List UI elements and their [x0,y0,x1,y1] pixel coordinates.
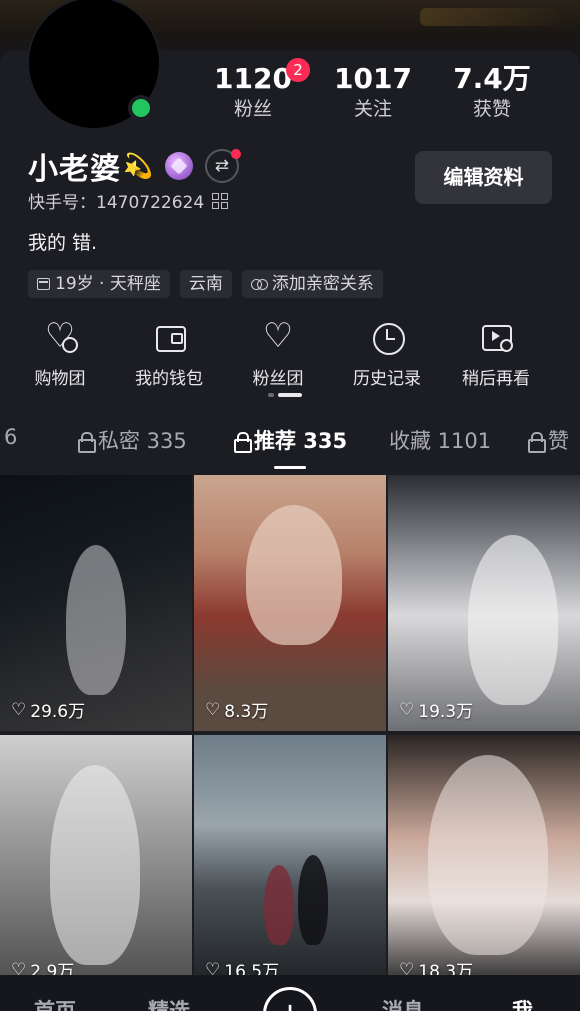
edit-profile-button[interactable]: 编辑资料 [415,151,552,204]
bottom-nav: 首页 精选 + 消息 我 [0,975,580,1011]
stat-following-label: 关注 [353,98,392,120]
name-row: 小老婆 💫 ⇄ [28,146,241,187]
tag-age-zodiac[interactable]: 19岁 · 天秤座 [28,270,170,298]
video-thumbnail[interactable]: ♡ 29.6万 [0,475,192,731]
followers-badge: 2 [286,58,310,82]
video-likes: ♡ 19.3万 [399,697,474,723]
switch-reddot [230,149,241,159]
name-emoji: 💫 [123,152,153,180]
nav-me[interactable]: 我 [512,995,533,1011]
stat-likes-value: 7.4万 [453,62,531,95]
quick-fan-group[interactable]: 粉丝团 [223,316,333,389]
nav-messages[interactable]: 消息 [382,995,424,1011]
kuaishou-id-row[interactable]: 快手号：1470722624 [28,188,229,213]
stat-likes[interactable]: 7.4万 获赞 [432,62,552,122]
tag-location[interactable]: 云南 [179,270,232,298]
tab-recommend-label: 推荐 335 [254,429,348,453]
link-icon [250,278,268,290]
stat-likes-label: 获赞 [472,98,511,120]
profile-tags: 19岁 · 天秤座 云南 添加亲密关系 [28,270,383,298]
video-likes: ♡ 8.3万 [205,697,269,723]
video-thumbnail[interactable]: ♡ 8.3万 [194,475,386,731]
page-indicator-active [278,393,302,397]
video-likes-count: 8.3万 [224,702,269,722]
quick-wallet-label: 我的钱包 [135,369,203,389]
video-likes-count: 29.6万 [30,702,86,722]
heart-outline-icon: ♡ [205,699,221,720]
stat-followers-label: 粉丝 [233,98,272,120]
video-thumbnail[interactable]: ♡ 19.3万 [388,475,580,731]
quick-watch-later-label: 稍后再看 [462,369,530,389]
tab-works[interactable]: 6 [4,425,17,449]
qr-code-icon[interactable] [212,192,229,209]
video-likes-count: 19.3万 [418,702,474,722]
create-button[interactable]: + [263,987,317,1011]
tab-likes[interactable]: 赞 [528,425,569,455]
swap-arrows-icon: ⇄ [214,156,230,176]
online-status-dot [128,95,154,121]
tag-add-relationship-label: 添加亲密关系 [271,274,374,294]
tag-add-relationship[interactable]: 添加亲密关系 [241,270,383,298]
plus-icon: + [277,995,304,1011]
profile-bio: 我的 错. [28,232,98,254]
lock-icon [78,431,96,453]
nav-home[interactable]: 首页 [34,995,76,1011]
tab-works-label: 6 [4,425,18,449]
video-thumbnail[interactable]: ♡ 18.3万 [388,735,580,991]
video-grid: ♡ 29.6万 ♡ 8.3万 ♡ 19.3万 ♡ 2.9万 ♡ 16.5万 ♡ 18.3万 [0,475,580,991]
tab-private-label: 私密 335 [98,429,187,453]
video-thumbnail[interactable]: ♡ 16.5万 [194,735,386,991]
quick-shopping-group[interactable]: 购物团 [5,316,115,389]
video-likes: ♡ 29.6万 [11,697,86,723]
shopping-group-icon [43,316,78,356]
tag-location-label: 云南 [188,274,223,294]
stat-following[interactable]: 1017 关注 [313,62,433,122]
tab-private[interactable]: 私密 335 [78,425,187,455]
clock-icon [370,320,405,355]
tab-recommend[interactable]: 推荐 335 [234,425,347,455]
heart-icon [261,316,295,356]
tab-favorites-label: 收藏 1101 [389,429,492,453]
stat-following-value: 1017 [334,62,412,95]
watch-later-icon [479,320,513,354]
lock-icon [528,431,546,453]
heart-outline-icon: ♡ [399,699,415,720]
quick-fan-group-label: 粉丝团 [252,369,304,389]
video-thumbnail[interactable]: ♡ 2.9万 [0,735,192,991]
banner-glow [420,8,560,26]
page-indicator-dot [268,393,274,397]
nav-featured[interactable]: 精选 [148,995,190,1011]
tab-active-underline [274,466,306,469]
heart-outline-icon: ♡ [11,699,27,720]
content-tabs: 6 私密 335 推荐 335 收藏 1101 赞 [0,425,580,465]
kuaishou-id: 快手号：1470722624 [28,193,205,213]
tab-favorites[interactable]: 收藏 1101 [389,425,491,455]
tag-age-zodiac-label: 19岁 · 天秤座 [55,274,161,294]
calendar-icon [37,278,50,290]
wallet-icon [152,320,186,354]
quick-actions: 购物团 我的钱包 粉丝团 历史记录 稍后再看 [0,316,580,390]
tab-likes-label: 赞 [548,429,569,453]
switch-account-button[interactable]: ⇄ [204,149,241,183]
level-gem-icon[interactable] [164,152,193,180]
quick-history-label: 历史记录 [353,369,421,389]
quick-shopping-group-label: 购物团 [34,369,86,389]
lock-icon [234,431,252,453]
profile-name: 小老婆 [28,152,121,187]
quick-watch-later[interactable]: 稍后再看 [441,320,551,389]
quick-wallet[interactable]: 我的钱包 [114,320,224,389]
quick-history[interactable]: 历史记录 [332,320,442,389]
